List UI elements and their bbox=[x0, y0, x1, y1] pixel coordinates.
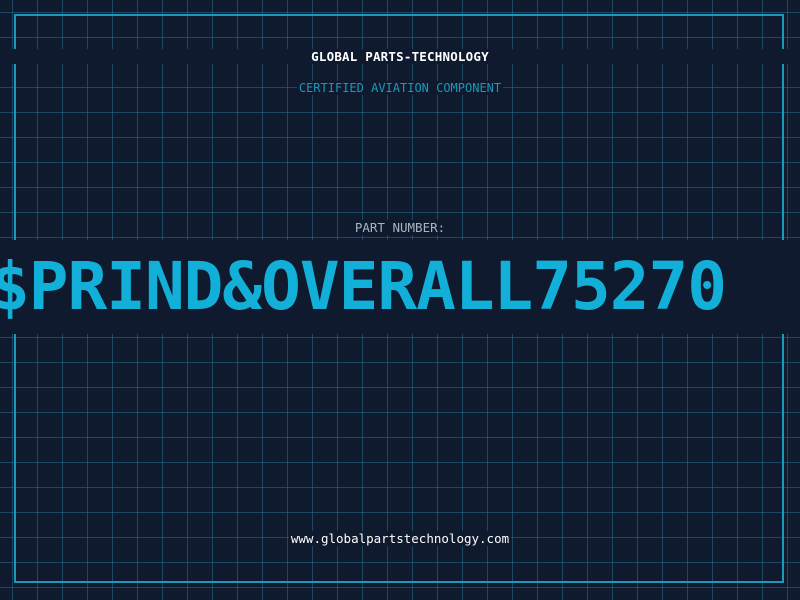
website-url-text: www.globalpartstechnology.com bbox=[288, 531, 512, 546]
certification-subtitle: CERTIFIED AVIATION COMPONENT bbox=[0, 81, 800, 95]
part-number-label: PART NUMBER: bbox=[0, 220, 800, 235]
certificate-canvas: GLOBAL PARTS-TECHNOLOGY CERTIFIED AVIATI… bbox=[0, 0, 800, 600]
company-title: GLOBAL PARTS-TECHNOLOGY bbox=[0, 49, 800, 64]
company-title-text: GLOBAL PARTS-TECHNOLOGY bbox=[309, 49, 491, 64]
certification-subtitle-text: CERTIFIED AVIATION COMPONENT bbox=[296, 81, 504, 95]
part-number-label-text: PART NUMBER: bbox=[352, 220, 448, 235]
part-number-value: $PRIND&OVERALL75270 bbox=[0, 248, 727, 325]
part-number-band: $PRIND&OVERALL75270 bbox=[0, 240, 800, 334]
website-url: www.globalpartstechnology.com bbox=[0, 531, 800, 546]
